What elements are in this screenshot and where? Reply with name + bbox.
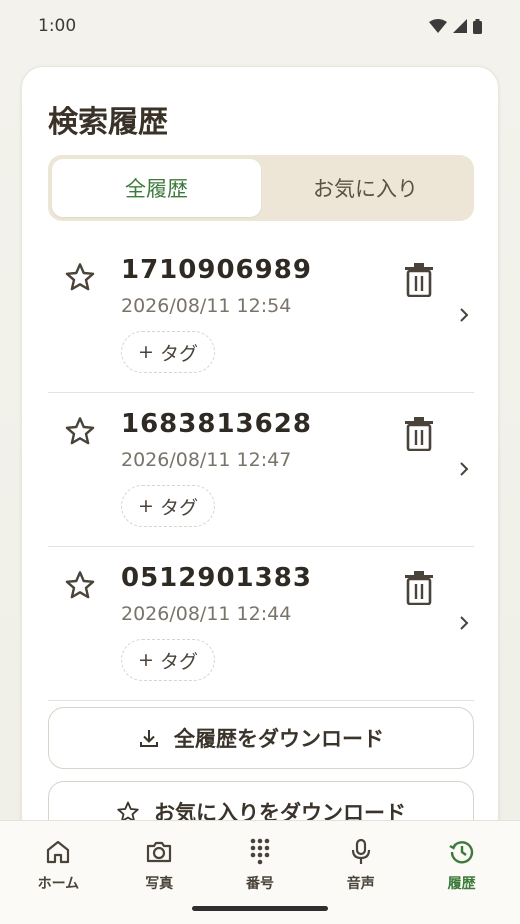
nav-home-label: ホーム xyxy=(37,876,80,892)
phone-number: 1710906989 xyxy=(121,255,312,285)
nav-number-label: 番号 xyxy=(245,876,274,892)
phone-number: 0512901383 xyxy=(121,563,312,593)
nav-home[interactable]: ホーム xyxy=(8,821,109,924)
camera-icon xyxy=(147,841,172,863)
search-datetime: 2026/08/11 12:44 xyxy=(121,603,292,625)
add-tag-button[interactable]: + タグ xyxy=(121,485,215,527)
plus-icon: + xyxy=(138,341,154,363)
add-tag-label: タグ xyxy=(159,650,198,673)
wifi-icon xyxy=(429,19,447,33)
star-icon[interactable] xyxy=(64,569,96,601)
download-all-button[interactable]: 全履歴をダウンロード xyxy=(48,707,474,769)
star-icon[interactable] xyxy=(64,261,96,293)
history-icon xyxy=(448,841,473,864)
signal-icon xyxy=(453,19,467,33)
history-list: 1710906989 2026/08/11 12:54 + タグ 1683813… xyxy=(48,239,474,701)
microphone-icon xyxy=(351,838,370,864)
history-card: 検索履歴 全履歴 お気に入り 1710906989 2026/08/11 12:… xyxy=(21,66,499,846)
history-tabs: 全履歴 お気に入り xyxy=(48,155,474,221)
phone-number: 1683813628 xyxy=(121,409,312,439)
chevron-right-icon[interactable] xyxy=(458,613,470,633)
page-title: 検索履歴 xyxy=(48,105,168,140)
star-icon[interactable] xyxy=(64,415,96,447)
plus-icon: + xyxy=(138,649,154,671)
add-tag-button[interactable]: + タグ xyxy=(121,331,215,373)
trash-icon[interactable] xyxy=(404,417,434,451)
search-datetime: 2026/08/11 12:47 xyxy=(121,449,292,471)
tab-all-history[interactable]: 全履歴 xyxy=(52,159,261,217)
chevron-right-icon[interactable] xyxy=(458,305,470,325)
history-row[interactable]: 1710906989 2026/08/11 12:54 + タグ xyxy=(48,239,474,393)
trash-icon[interactable] xyxy=(404,571,434,605)
history-row[interactable]: 1683813628 2026/08/11 12:47 + タグ xyxy=(48,393,474,547)
tab-favorites[interactable]: お気に入り xyxy=(261,159,470,217)
search-datetime: 2026/08/11 12:54 xyxy=(121,295,292,317)
nav-history-label: 履歴 xyxy=(447,876,476,892)
chevron-right-icon[interactable] xyxy=(458,459,470,479)
status-time: 1:00 xyxy=(38,16,77,36)
trash-icon[interactable] xyxy=(404,263,434,297)
status-icons xyxy=(429,18,482,34)
home-indicator[interactable] xyxy=(192,906,328,911)
status-bar: 1:00 xyxy=(0,0,520,52)
history-row[interactable]: 0512901383 2026/08/11 12:44 + タグ xyxy=(48,547,474,701)
add-tag-label: タグ xyxy=(159,496,198,519)
dialpad-icon xyxy=(250,838,270,865)
plus-icon: + xyxy=(138,495,154,517)
nav-photo-label: 写真 xyxy=(145,876,174,892)
add-tag-button[interactable]: + タグ xyxy=(121,639,215,681)
home-icon xyxy=(47,840,70,864)
add-tag-label: タグ xyxy=(159,342,198,365)
nav-history[interactable]: 履歴 xyxy=(411,821,512,924)
download-icon xyxy=(140,730,158,747)
download-all-label: 全履歴をダウンロード xyxy=(174,727,384,751)
nav-voice-label: 音声 xyxy=(346,876,375,892)
battery-icon xyxy=(473,18,482,34)
